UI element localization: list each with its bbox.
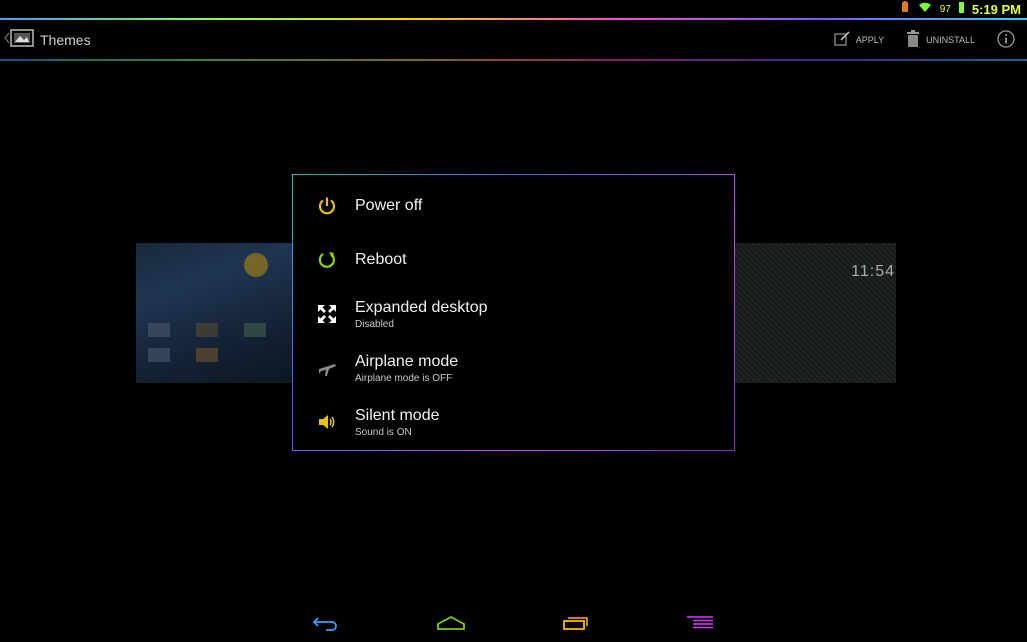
recent-apps-icon (562, 615, 590, 636)
power-icon (314, 193, 340, 219)
menu-item-label: Power off (355, 197, 423, 214)
back-button[interactable] (306, 613, 346, 637)
menu-item-sublabel: Disabled (355, 318, 394, 330)
power-menu-dialog: Power off Reboot Expanded desktop Disabl… (292, 174, 735, 451)
status-bar: 97 5:19 PM (0, 0, 1027, 18)
theme-preview-right[interactable]: 11:54 (735, 243, 896, 383)
menu-item-sublabel: Airplane mode is OFF (355, 372, 453, 384)
battery-level: 97 (939, 3, 951, 15)
home-button[interactable] (431, 613, 471, 637)
expand-icon (314, 301, 340, 327)
theme-preview-left[interactable] (136, 243, 294, 383)
power-off-item[interactable]: Power off (293, 179, 734, 233)
action-bar-divider (0, 59, 1027, 61)
airplane-icon (314, 355, 340, 381)
airplane-mode-item[interactable]: Airplane mode Airplane mode is OFF (293, 341, 734, 395)
silent-mode-item[interactable]: Silent mode Sound is ON (293, 395, 734, 449)
home-icon (436, 615, 466, 636)
up-navigation[interactable]: Themes (0, 28, 91, 52)
edit-icon (834, 31, 850, 49)
status-time: 5:19 PM (971, 1, 1021, 17)
uninstall-button[interactable]: UNINSTALL (906, 30, 975, 50)
menu-item-label: Reboot (355, 251, 407, 268)
apply-button[interactable]: APPLY (834, 31, 884, 49)
wifi-icon (918, 0, 932, 18)
menu-item-label: Airplane mode (355, 352, 459, 370)
battery-icon (958, 0, 964, 18)
trash-icon (906, 30, 920, 50)
volume-icon (314, 409, 340, 435)
action-bar: Themes APPLY UNINSTALL (0, 20, 1027, 60)
menu-lines-icon (685, 615, 715, 636)
recent-apps-button[interactable] (556, 613, 596, 637)
menu-item-label: Silent mode (355, 406, 440, 424)
menu-button[interactable] (680, 613, 720, 637)
navigation-bar (0, 605, 1027, 642)
reboot-item[interactable]: Reboot (293, 233, 734, 287)
themes-app-icon (10, 28, 34, 52)
preview-clock: 11:54 (851, 263, 895, 280)
uninstall-label: UNINSTALL (926, 35, 975, 45)
apply-label: APPLY (855, 35, 885, 45)
battery-saver-icon (900, 0, 910, 18)
back-arrow-icon (312, 615, 340, 636)
menu-item-label: Expanded desktop (355, 298, 488, 316)
page-title: Themes (40, 32, 91, 48)
info-icon (997, 30, 1015, 50)
info-button[interactable] (997, 30, 1015, 50)
reboot-icon (314, 247, 340, 273)
expanded-desktop-item[interactable]: Expanded desktop Disabled (293, 287, 734, 341)
menu-item-sublabel: Sound is ON (355, 426, 412, 438)
